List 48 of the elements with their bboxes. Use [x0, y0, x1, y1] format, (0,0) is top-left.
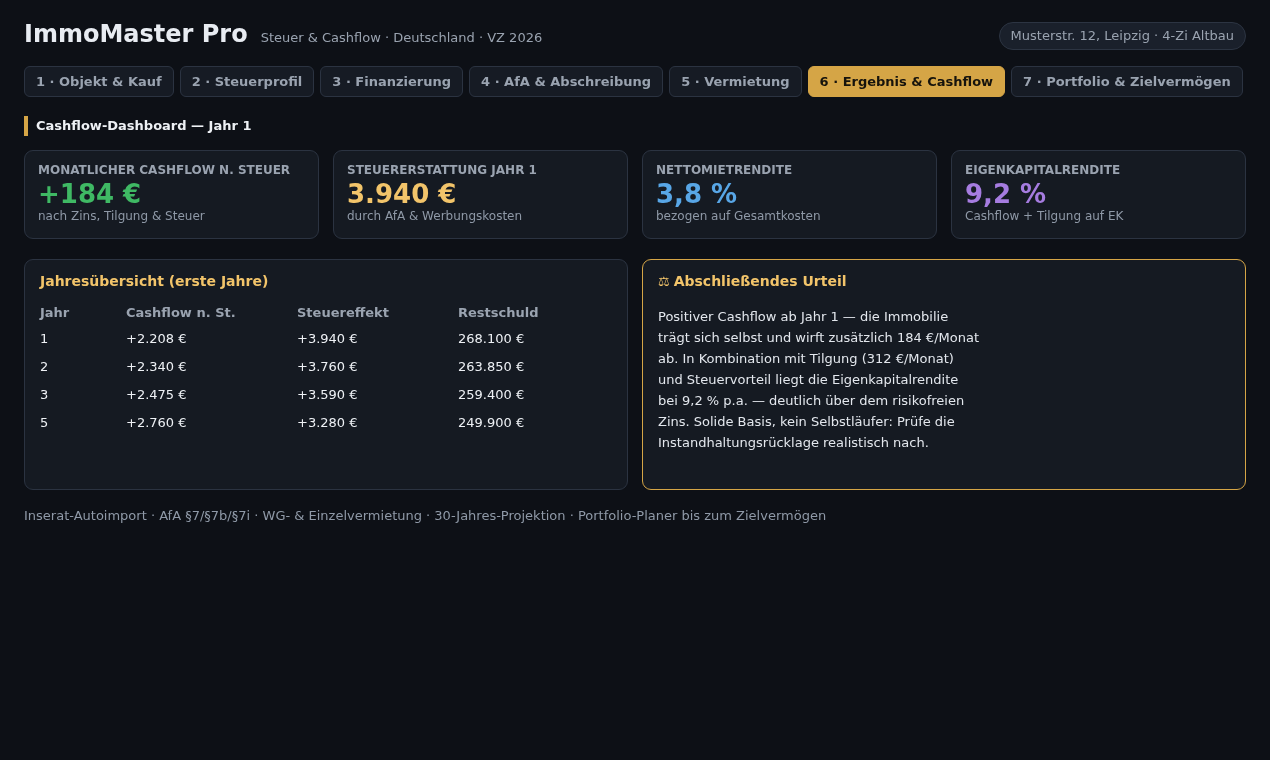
kpi-value: +184 €: [38, 179, 143, 209]
table-cell-text: +2.340 €: [126, 359, 188, 376]
step-tab[interactable]: 7 · Portfolio & Zielvermögen: [1011, 66, 1243, 97]
table-cell-text: 3: [40, 387, 50, 404]
table-cell-text: 268.100 €: [458, 331, 526, 348]
scale-icon: ⚖: [658, 274, 670, 288]
column-header: Jahr: [40, 305, 71, 322]
kpi-caption: durch AfA & Werbungskosten: [347, 209, 524, 223]
table-cell-text: 2: [40, 359, 50, 376]
step-tab[interactable]: 2 · Steuerprofil: [179, 66, 315, 97]
property-pill: Musterstr. 12, Leipzig · 4-Zi Altbau: [998, 22, 1246, 50]
panel-title: Jahresübersicht (erste Jahre): [40, 272, 270, 291]
table-cell-text: +3.280 €: [297, 415, 359, 432]
kpi-value: 9,2 %: [965, 179, 1048, 209]
kpi-label: EIGENKAPITALRENDITE: [965, 163, 1122, 177]
table-cell-text: +3.760 €: [297, 359, 359, 376]
kpi-value: 3,8 %: [656, 179, 739, 209]
column-header: Cashflow n. St.: [126, 305, 237, 322]
table-cell-text: +2.208 €: [126, 331, 188, 348]
kpi-label: STEUERERSTATTUNG JAHR 1: [347, 163, 538, 177]
table-cell-text: 249.900 €: [458, 415, 526, 432]
feature-list: Inserat-Autoimport · AfA §7/§7b/§7i · WG- & Einzelvermietung · 30-Jahres-Projektion · Portfolio-Planer bis zum Zielvermögen: [24, 508, 1246, 523]
kpi-caption: nach Zins, Tilgung & Steuer: [38, 209, 206, 223]
table-cell-text: +2.760 €: [126, 415, 188, 432]
table-cell-text: +2.475 €: [126, 387, 188, 404]
table-cell-text: +3.590 €: [297, 387, 359, 404]
step-tab[interactable]: 1 · Objekt & Kauf: [24, 66, 174, 97]
table-cell-text: 5: [40, 415, 50, 432]
kpi-value: 3.940 €: [347, 179, 458, 209]
kpi-caption: bezogen auf Gesamtkosten: [656, 209, 822, 223]
kpi-label: MONATLICHER CASHFLOW N. STEUER: [38, 163, 292, 177]
section-title: Cashflow-Dashboard — Jahr 1: [24, 116, 1246, 136]
table-cell-text: 263.850 €: [458, 359, 526, 376]
kpi-caption: Cashflow + Tilgung auf EK: [965, 209, 1125, 223]
table-cell-text: 1: [40, 331, 50, 348]
panel-title: Abschließendes Urteil: [673, 273, 847, 289]
table-cell-text: +3.940 €: [297, 331, 359, 348]
table-cell-text: 259.400 €: [458, 387, 526, 404]
step-tab[interactable]: 4 · AfA & Abschreibung: [469, 66, 664, 97]
step-tab[interactable]: 3 · Finanzierung: [320, 66, 464, 97]
app-title: ImmoMaster Pro: [24, 20, 248, 48]
column-header: Restschuld: [458, 305, 540, 322]
step-tab[interactable]: 5 · Vermietung: [669, 66, 802, 97]
kpi-label: NETTOMIETRENDITE: [656, 163, 794, 177]
step-tab[interactable]: 6 · Ergebnis & Cashflow: [807, 66, 1006, 97]
column-header: Steuereffekt: [297, 305, 390, 322]
verdict-text: Positiver Cashflow ab Jahr 1 — die Immobilie trägt sich selbst und wirft zusätzlich 184 €/Monat ab. In Kombination mit Tilgung (312 €/Monat) und Steuervorteil liegt die Eigenkapitalrendite bei 9,2 % p.a. — deutlich über dem risikofreien Zins. Solide Basis, kein Selbstläufer: Prüfe die Instandhaltungsrücklage realistisch nach.: [658, 308, 980, 452]
app-subtitle: Steuer & Cashflow · Deutschland · VZ 2026: [260, 30, 543, 45]
